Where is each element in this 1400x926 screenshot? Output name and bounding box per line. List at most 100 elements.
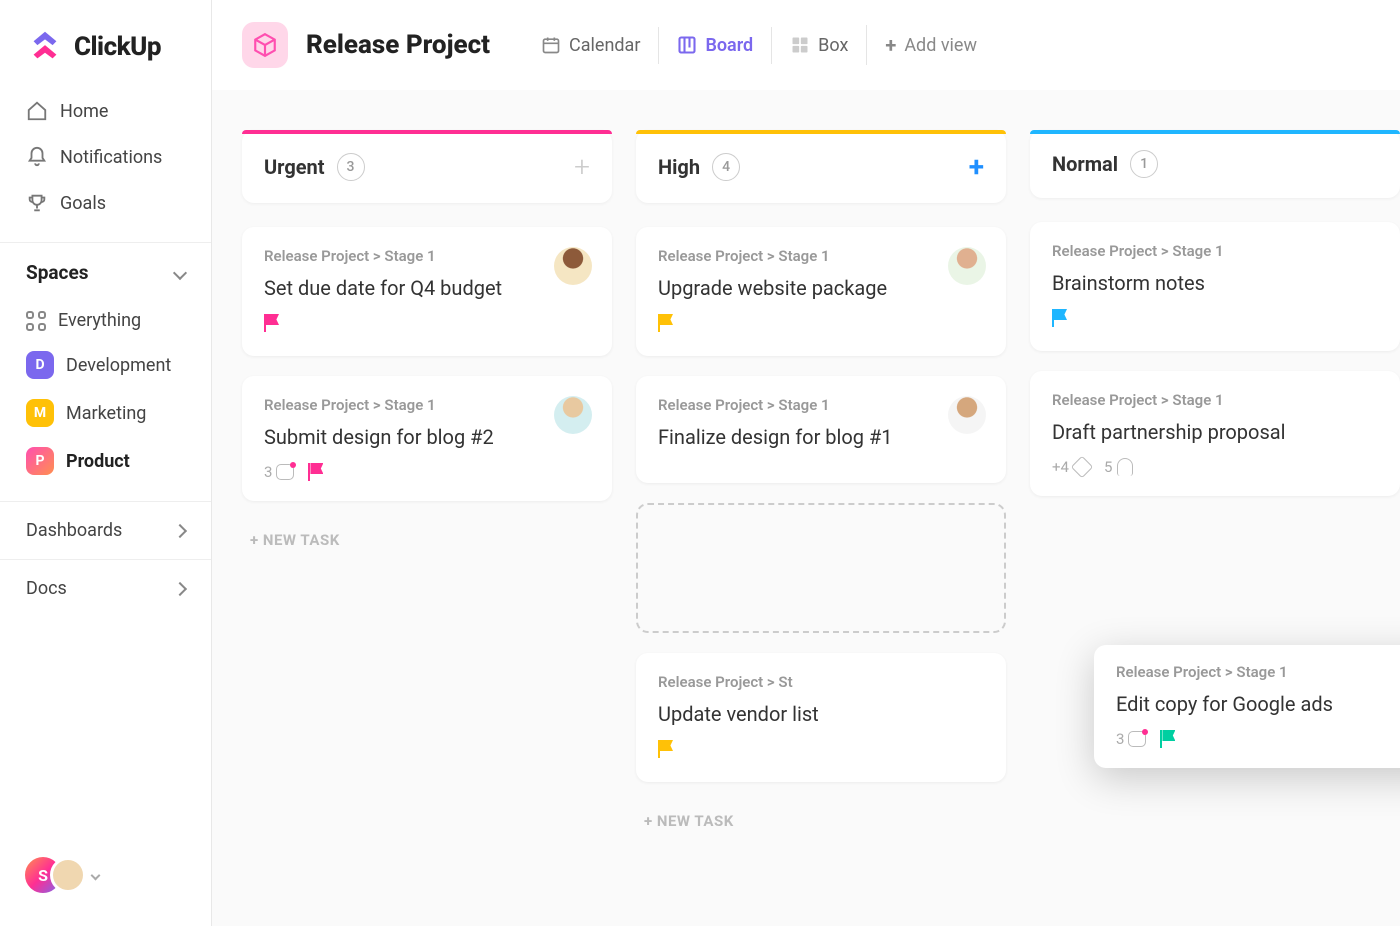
sidebar: ClickUp Home Notifications Goals Spaces: [0, 0, 212, 926]
tags-count[interactable]: +4: [1052, 458, 1090, 476]
view-board[interactable]: Board: [658, 27, 771, 64]
chevron-down-icon: [173, 265, 187, 279]
page-title: Release Project: [306, 30, 490, 60]
view-calendar[interactable]: Calendar: [523, 27, 658, 64]
task-title: Upgrade website package: [658, 275, 984, 302]
breadcrumb: Release Project > Stage 1: [1052, 242, 1378, 260]
dragging-card[interactable]: Release Project > Stage 1 Edit copy for …: [1094, 645, 1400, 768]
column-urgent: Urgent 3 + Release Project > Stage 1 Set…: [242, 130, 612, 926]
priority-flag-icon[interactable]: [1052, 309, 1070, 327]
breadcrumb: Release Project > Stage 1: [658, 247, 984, 265]
priority-flag-icon[interactable]: [658, 314, 676, 332]
space-badge: D: [26, 351, 54, 379]
task-title: Submit design for blog #2: [264, 424, 590, 451]
secondary-sections: Dashboards Docs: [0, 501, 211, 617]
nav-label: Notifications: [60, 147, 162, 168]
task-title: Set due date for Q4 budget: [264, 275, 590, 302]
count-badge: 3: [337, 153, 365, 181]
task-title: Draft partnership proposal: [1052, 419, 1378, 446]
view-label: Calendar: [569, 35, 640, 56]
task-title: Update vendor list: [658, 701, 984, 728]
spaces-header[interactable]: Spaces: [0, 242, 211, 296]
add-view[interactable]: + Add view: [866, 25, 995, 65]
task-card[interactable]: Release Project > Stage 1 Upgrade websit…: [636, 227, 1006, 356]
task-title: Finalize design for blog #1: [658, 424, 984, 451]
nav-primary: Home Notifications Goals: [0, 88, 211, 242]
nav-notifications[interactable]: Notifications: [14, 134, 197, 180]
avatar-pair: S: [22, 854, 86, 896]
paperclip-icon: [1117, 458, 1133, 476]
view-box[interactable]: Box: [771, 27, 866, 64]
space-badge: M: [26, 399, 54, 427]
priority-flag-icon[interactable]: [308, 463, 326, 481]
nav-label: Home: [60, 101, 108, 122]
count-badge: 4: [712, 153, 740, 181]
comments-count[interactable]: 3: [264, 463, 294, 481]
assignee-avatar[interactable]: [948, 247, 986, 285]
task-card[interactable]: Release Project > Stage 1 Brainstorm not…: [1030, 222, 1400, 351]
breadcrumb: Release Project > Stage 1: [1052, 391, 1378, 409]
view-tabs: Calendar Board Box + Add view: [523, 25, 995, 65]
calendar-icon: [541, 35, 561, 55]
logo[interactable]: ClickUp: [0, 0, 211, 88]
task-card[interactable]: Release Project > Stage 1 Finalize desig…: [636, 376, 1006, 483]
column-header: Normal 1: [1030, 130, 1400, 198]
nav-label: Goals: [60, 193, 106, 214]
space-development[interactable]: D Development: [14, 341, 197, 389]
chat-icon: [1128, 731, 1146, 747]
assignee-avatar[interactable]: [554, 247, 592, 285]
priority-flag-icon[interactable]: [1160, 730, 1178, 748]
section-label: Dashboards: [26, 520, 122, 541]
chat-icon: [276, 464, 294, 480]
nav-dashboards[interactable]: Dashboards: [0, 502, 211, 559]
column-normal: Normal 1 Release Project > Stage 1 Brain…: [1030, 130, 1400, 926]
view-label: Box: [818, 35, 848, 56]
drop-target[interactable]: [636, 503, 1006, 633]
grid-icon: [790, 35, 810, 55]
assignee-avatar[interactable]: [554, 396, 592, 434]
task-card[interactable]: Release Project > Stage 1 Set due date f…: [242, 227, 612, 356]
breadcrumb: Release Project > Stage 1: [264, 396, 590, 414]
task-card[interactable]: Release Project > St Update vendor list: [636, 653, 1006, 782]
space-marketing[interactable]: M Marketing: [14, 389, 197, 437]
assignee-avatar[interactable]: [948, 396, 986, 434]
priority-flag-icon[interactable]: [264, 314, 282, 332]
user-switcher[interactable]: S: [0, 834, 211, 926]
space-label: Marketing: [66, 403, 146, 424]
space-product[interactable]: P Product: [14, 437, 197, 485]
space-everything[interactable]: Everything: [14, 300, 197, 341]
space-label: Everything: [58, 310, 141, 331]
add-card-button[interactable]: +: [969, 150, 984, 183]
chevron-right-icon: [173, 581, 187, 595]
space-badge: P: [26, 447, 54, 475]
board-icon: [677, 35, 697, 55]
chevron-right-icon: [173, 523, 187, 537]
nav-home[interactable]: Home: [14, 88, 197, 134]
task-title: Edit copy for Google ads: [1116, 691, 1400, 718]
column-title: Normal: [1052, 152, 1118, 176]
comments-count[interactable]: 3: [1116, 730, 1146, 748]
topbar: Release Project Calendar Board Box + Add…: [212, 0, 1400, 90]
attachments-count[interactable]: 5: [1104, 458, 1133, 476]
space-label: Product: [66, 451, 130, 472]
view-label: Add view: [904, 35, 977, 56]
tag-icon: [1071, 456, 1094, 479]
view-label: Board: [705, 35, 753, 56]
main: Release Project Calendar Board Box + Add…: [212, 0, 1400, 926]
nav-docs[interactable]: Docs: [0, 559, 211, 617]
space-label: Development: [66, 355, 171, 376]
space-chip[interactable]: [242, 22, 288, 68]
task-card[interactable]: Release Project > Stage 1 Submit design …: [242, 376, 612, 501]
task-card[interactable]: Release Project > Stage 1 Draft partners…: [1030, 371, 1400, 496]
add-card-button[interactable]: +: [574, 150, 590, 183]
breadcrumb: Release Project > Stage 1: [1116, 663, 1400, 681]
breadcrumb: Release Project > Stage 1: [264, 247, 590, 265]
new-task-button[interactable]: + NEW TASK: [636, 802, 1006, 840]
column-high: High 4 + Release Project > Stage 1 Upgra…: [636, 130, 1006, 926]
breadcrumb: Release Project > Stage 1: [658, 396, 984, 414]
priority-flag-icon[interactable]: [658, 740, 676, 758]
task-title: Brainstorm notes: [1052, 270, 1378, 297]
column-header: Urgent 3 +: [242, 130, 612, 203]
new-task-button[interactable]: + NEW TASK: [242, 521, 612, 559]
nav-goals[interactable]: Goals: [14, 180, 197, 226]
